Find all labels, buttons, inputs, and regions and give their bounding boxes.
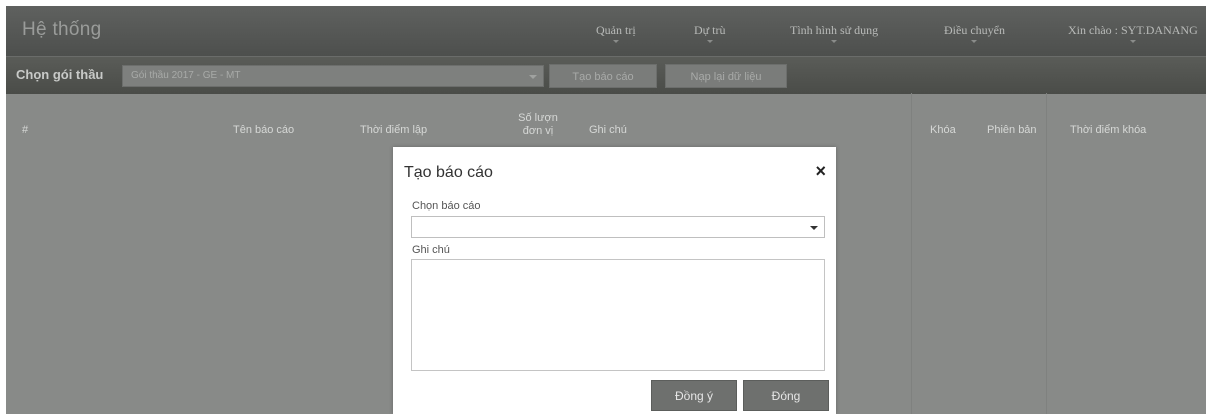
chevron-down-icon (706, 40, 713, 43)
col-header-unit-count-line2: đơn vị (522, 125, 554, 137)
close-icon[interactable]: × (815, 161, 826, 182)
top-navbar: Hệ thống Quản trị Dự trù Tình hình sử dụ… (6, 6, 1206, 56)
nav-item-label: Tình hình sử dụng (790, 23, 879, 37)
chevron-down-icon (810, 226, 818, 230)
note-label: Ghi chú (412, 244, 450, 256)
nav-item-label: Dự trù (694, 23, 726, 37)
col-header-unit-count: Số lượn đơn vị (518, 112, 558, 138)
column-divider (1046, 93, 1047, 414)
nav-item-admin[interactable]: Quản trị (596, 23, 636, 43)
package-select[interactable]: Gói thầu 2017 - GE - MT (122, 65, 544, 87)
chevron-down-icon (831, 40, 838, 43)
toolbar: Chọn gói thầu Gói thầu 2017 - GE - MT Tạ… (6, 56, 1206, 94)
nav-item-label: Quản trị (596, 23, 636, 37)
package-label: Chọn gói thầu (16, 67, 104, 82)
close-button[interactable]: Đóng (743, 380, 829, 411)
brand-title[interactable]: Hệ thống (22, 19, 102, 41)
chevron-down-icon (612, 40, 619, 43)
col-header-lock-time: Thời điểm khóa (1070, 124, 1147, 136)
dialog-title: Tạo báo cáo (404, 164, 493, 181)
app-screen: Hệ thống Quản trị Dự trù Tình hình sử dụ… (6, 6, 1206, 414)
col-header-report-name: Tên báo cáo (233, 124, 295, 136)
chevron-down-icon (1129, 40, 1136, 43)
create-report-dialog: Tạo báo cáo × Chọn báo cáo Ghi chú Đồng … (393, 147, 836, 414)
col-header-created-time: Thời điểm lập (360, 124, 428, 136)
user-greeting[interactable]: Xin chào : SYT.DANANG (1068, 23, 1198, 43)
select-report-dropdown[interactable] (411, 216, 825, 238)
nav-item-transfer[interactable]: Điều chuyển (944, 23, 1005, 43)
column-divider (911, 93, 912, 414)
package-select-value: Gói thầu 2017 - GE - MT (131, 70, 241, 81)
note-textarea[interactable] (411, 259, 825, 371)
reload-data-button[interactable]: Nạp lại dữ liệu (665, 64, 787, 88)
col-header-unit-count-line1: Số lượn (518, 112, 558, 124)
nav-item-usage[interactable]: Tình hình sử dụng (790, 23, 878, 43)
col-header-lock: Khóa (930, 124, 956, 136)
nav-item-forecast[interactable]: Dự trù (694, 23, 726, 43)
chevron-down-icon (971, 40, 978, 43)
select-report-label: Chọn báo cáo (412, 200, 481, 212)
confirm-button[interactable]: Đồng ý (651, 380, 737, 411)
col-header-index: # (22, 124, 29, 136)
col-header-note: Ghi chú (589, 124, 627, 136)
nav-item-label: Điều chuyển (944, 23, 1005, 37)
col-header-version: Phiên bản (987, 124, 1037, 136)
chevron-down-icon (529, 75, 537, 79)
greeting-label: Xin chào : SYT.DANANG (1068, 23, 1198, 37)
create-report-button[interactable]: Tạo báo cáo (549, 64, 657, 88)
